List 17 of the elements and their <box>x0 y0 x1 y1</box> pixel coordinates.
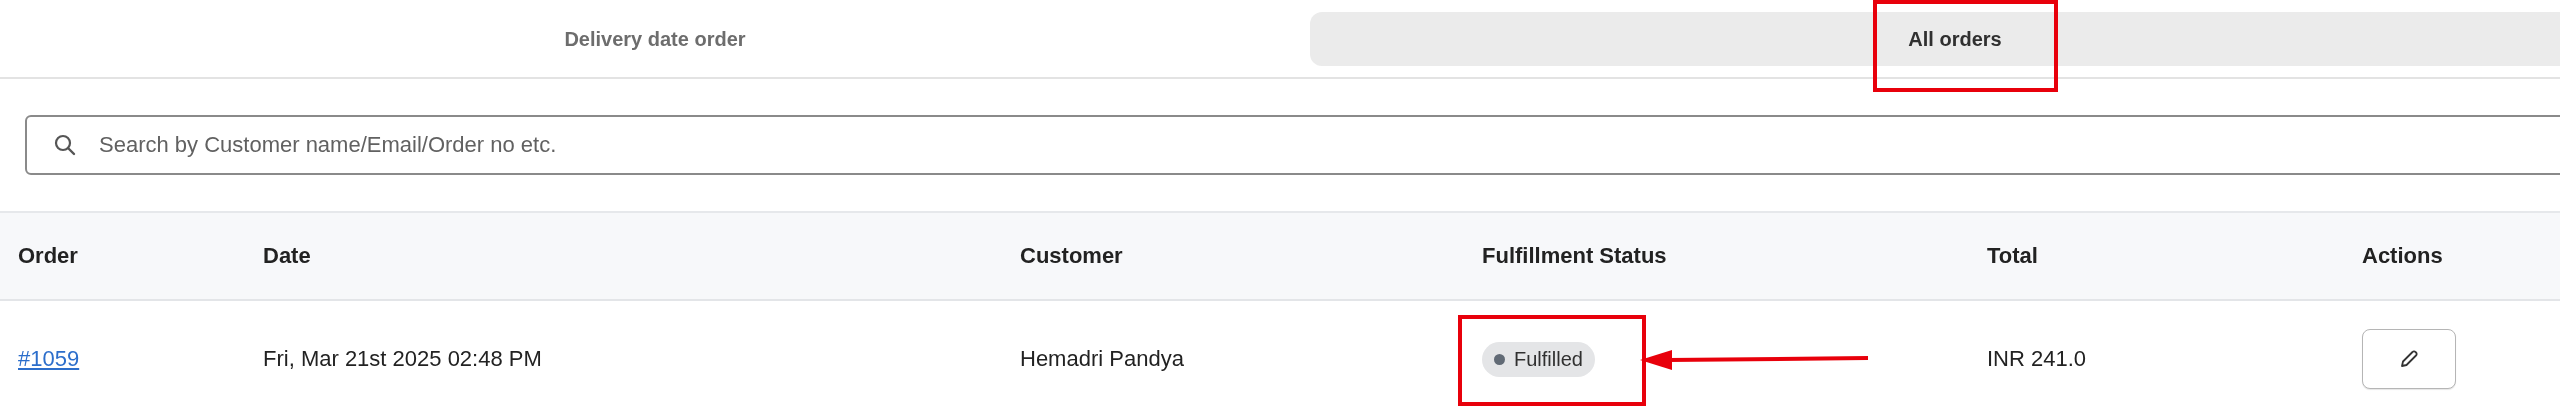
column-header: Customer <box>1020 243 1123 269</box>
tab[interactable]: Delivery date order <box>0 12 1310 66</box>
column-header: Actions <box>2362 243 2443 269</box>
column-header: Order <box>18 243 78 269</box>
edit-button[interactable] <box>2362 329 2456 389</box>
table-cell: INR 241.0 <box>1987 346 2087 372</box>
tab[interactable]: All orders <box>1310 12 2560 66</box>
column-header: Total <box>1987 243 2038 269</box>
table-cell: Fri, Mar 21st 2025 02:48 PM <box>263 346 542 372</box>
order-link[interactable]: #1059 <box>18 346 80 372</box>
status-badge: Fulfilled <box>1482 341 1595 377</box>
column-header: Date <box>263 243 311 269</box>
pencil-icon <box>2398 348 2420 370</box>
table-cell: Hemadri Pandya <box>1020 346 1184 372</box>
search-icon <box>54 134 76 156</box>
search-field[interactable]: Search by Customer name/Email/Order no etc. <box>25 115 2560 175</box>
column-header: Fulfillment Status <box>1482 243 1667 269</box>
